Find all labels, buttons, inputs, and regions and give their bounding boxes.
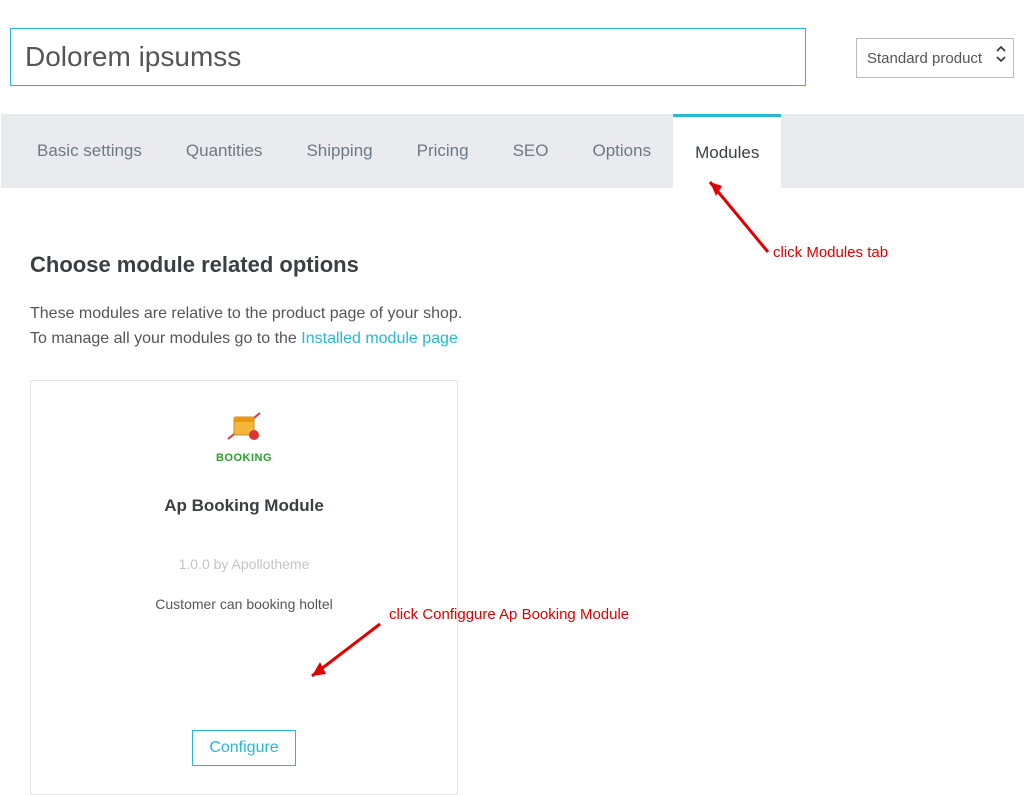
desc-line-2-prefix: To manage all your modules go to the (30, 330, 301, 347)
module-version: 1.0.0 by Apollotheme (51, 556, 437, 572)
module-card: BOOKING Ap Booking Module 1.0.0 by Apoll… (30, 380, 458, 795)
module-icon-caption: BOOKING (216, 452, 272, 464)
installed-module-page-link[interactable]: Installed module page (301, 330, 458, 347)
modules-content: Choose module related options These modu… (0, 188, 1024, 795)
product-name-input[interactable] (10, 28, 806, 86)
tab-modules[interactable]: Modules (673, 114, 781, 188)
module-name: Ap Booking Module (51, 496, 437, 516)
tab-shipping[interactable]: Shipping (284, 114, 394, 188)
product-type-select-wrap: Standard product (856, 28, 1014, 78)
section-description: These modules are relative to the produc… (30, 302, 994, 352)
tab-pricing[interactable]: Pricing (395, 114, 491, 188)
tab-basic-settings[interactable]: Basic settings (15, 114, 164, 188)
tab-quantities[interactable]: Quantities (164, 114, 285, 188)
annotation-text-modules: click Modules tab (773, 244, 888, 261)
tab-options[interactable]: Options (570, 114, 673, 188)
tab-seo[interactable]: SEO (491, 114, 571, 188)
booking-module-icon: BOOKING (216, 409, 272, 464)
product-type-select[interactable]: Standard product (856, 38, 1014, 78)
desc-line-1: These modules are relative to the produc… (30, 305, 462, 322)
annotation-text-configure: click Configgure Ap Booking Module (389, 606, 629, 623)
product-tabs: Basic settings Quantities Shipping Prici… (0, 114, 1024, 188)
module-description: Customer can booking holtel (51, 596, 437, 612)
